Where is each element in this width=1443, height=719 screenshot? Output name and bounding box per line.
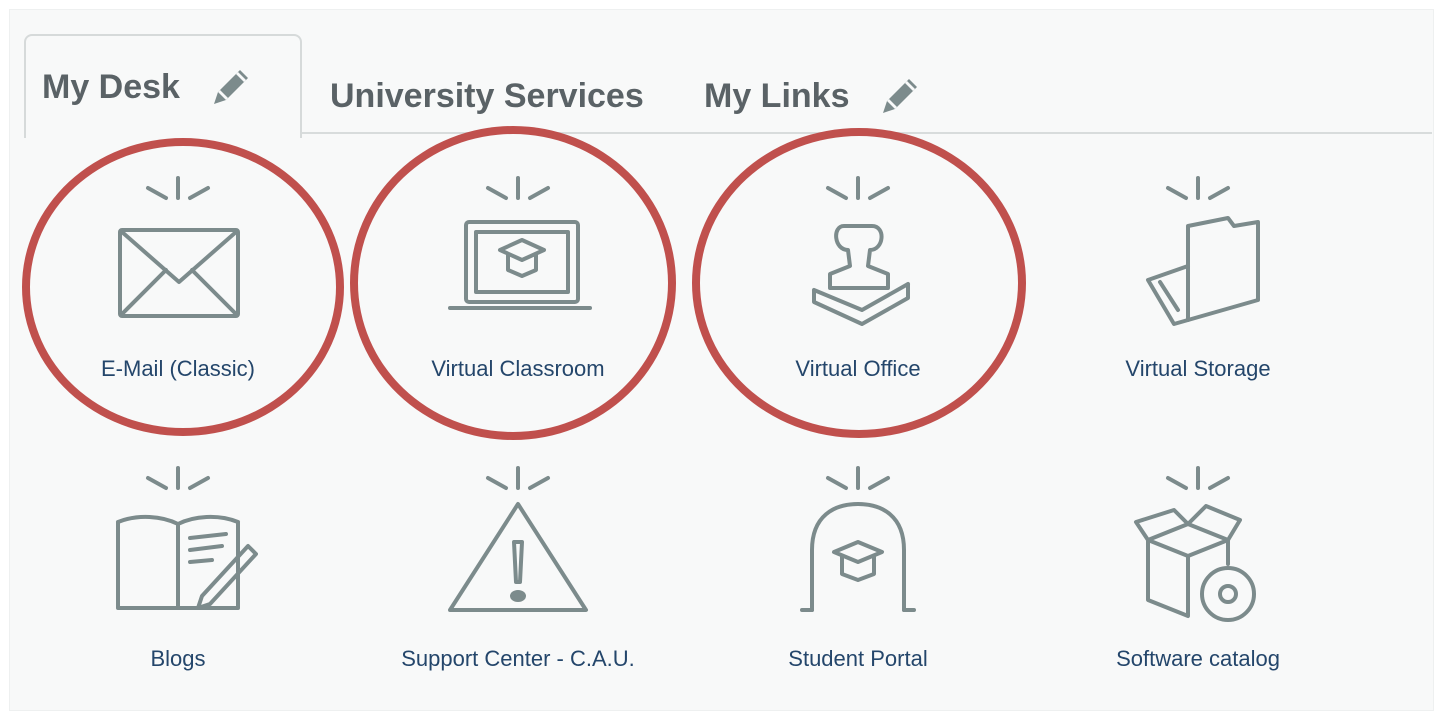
tab-label: University Services bbox=[330, 76, 644, 115]
tab-divider bbox=[302, 132, 1432, 134]
pencil-icon[interactable] bbox=[208, 64, 254, 110]
tile-label: Virtual Storage bbox=[1125, 356, 1271, 381]
tab-my-links[interactable]: My Links bbox=[704, 66, 923, 126]
open-book-pen-icon bbox=[116, 466, 258, 610]
tab-bar: My Desk University Services My Links bbox=[0, 0, 1443, 140]
tile-blogs[interactable]: Blogs bbox=[48, 460, 308, 690]
tile-virtual-office[interactable]: Virtual Office bbox=[728, 170, 988, 400]
software-box-disc-icon bbox=[1134, 466, 1256, 622]
tile-virtual-classroom[interactable]: Virtual Classroom bbox=[388, 170, 648, 400]
tile-label: Blogs bbox=[150, 646, 206, 671]
tile-software-catalog[interactable]: Software catalog bbox=[1068, 460, 1328, 690]
tile-virtual-storage[interactable]: Virtual Storage bbox=[1068, 170, 1328, 400]
warning-triangle-icon bbox=[448, 466, 588, 612]
tile-label: Student Portal bbox=[788, 646, 928, 671]
rubber-stamp-icon bbox=[812, 176, 910, 326]
tile-label: E-Mail (Classic) bbox=[101, 356, 255, 381]
tile-label: Software catalog bbox=[1116, 646, 1280, 671]
arch-graduation-cap-icon bbox=[800, 466, 916, 612]
tile-label: Virtual Classroom bbox=[431, 356, 605, 381]
tile-email-classic[interactable]: E-Mail (Classic) bbox=[48, 170, 308, 400]
tab-university-services[interactable]: University Services bbox=[330, 66, 644, 126]
tab-label: My Links bbox=[704, 76, 850, 115]
tile-label: Virtual Office bbox=[795, 356, 921, 381]
tile-label: Support Center - C.A.U. bbox=[401, 646, 635, 671]
laptop-graduation-cap-icon bbox=[448, 176, 592, 310]
folder-icon bbox=[1146, 176, 1260, 326]
pencil-icon[interactable] bbox=[877, 73, 923, 119]
envelope-icon bbox=[118, 176, 240, 318]
tab-label: My Desk bbox=[42, 67, 180, 106]
tab-my-desk[interactable]: My Desk bbox=[24, 34, 302, 138]
tile-support-center[interactable]: Support Center - C.A.U. bbox=[388, 460, 648, 690]
tile-student-portal[interactable]: Student Portal bbox=[728, 460, 988, 690]
